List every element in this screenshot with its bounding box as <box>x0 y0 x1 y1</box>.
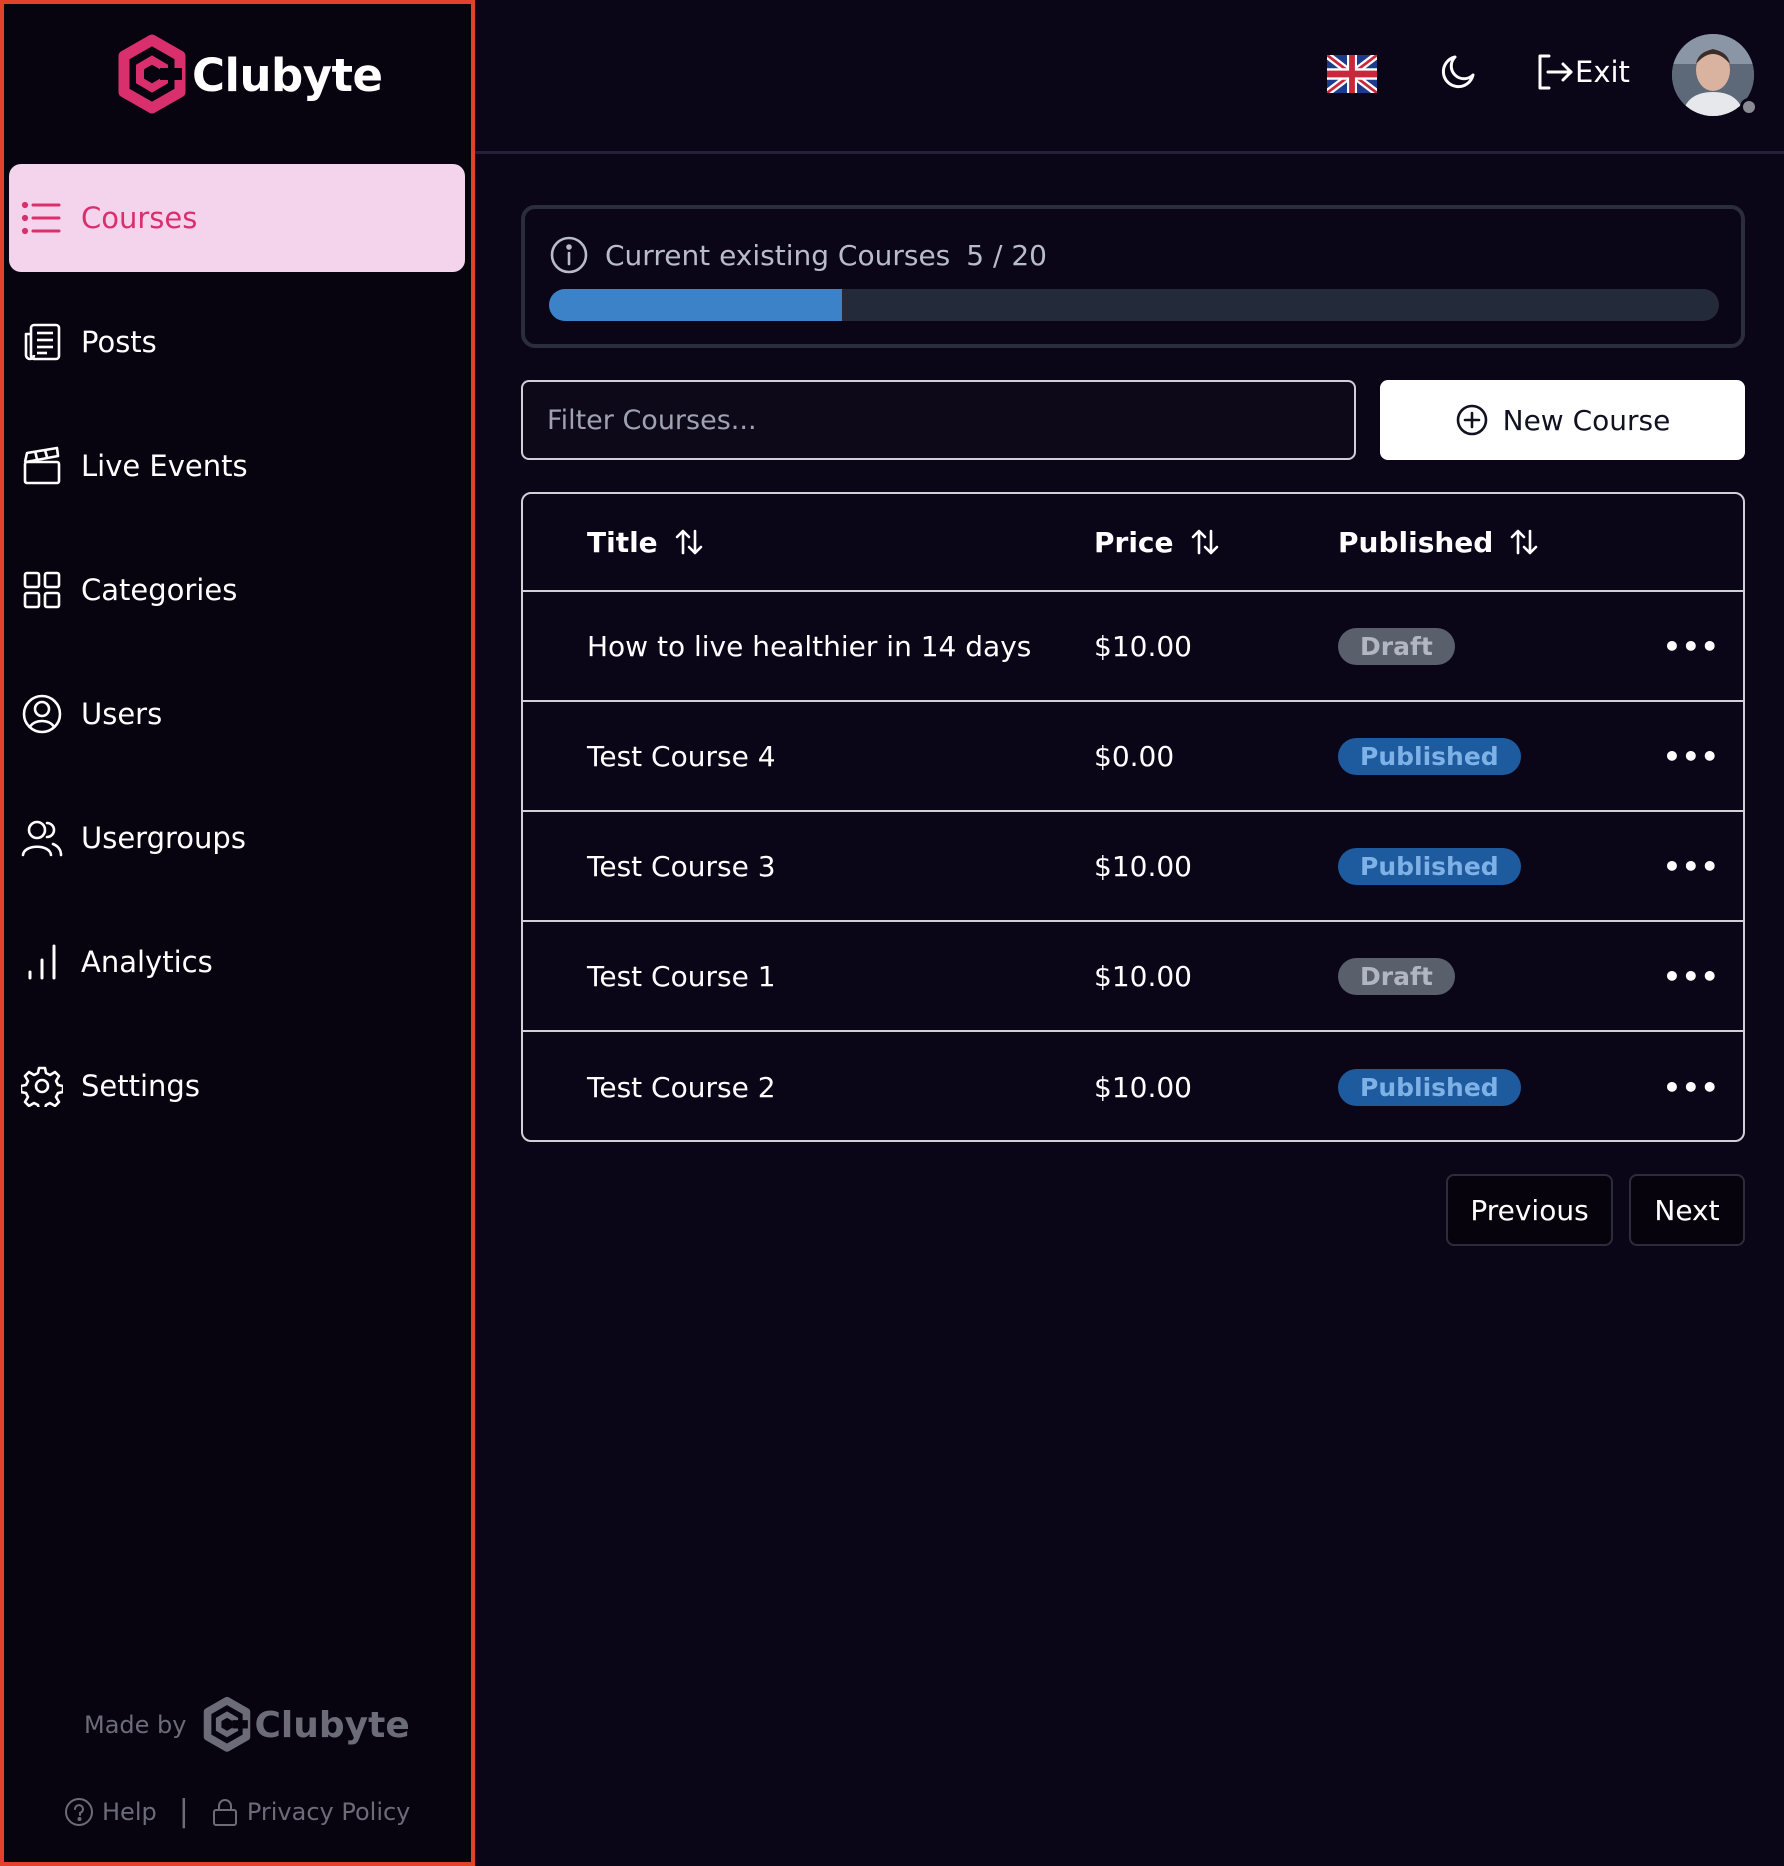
table-row[interactable]: Test Course 1 $10.00 Draft ••• <box>523 922 1743 1032</box>
course-title: Test Course 3 <box>587 849 776 883</box>
sort-arrows-icon <box>1511 529 1538 555</box>
sidebar-item-courses[interactable]: Courses <box>9 164 465 272</box>
status-indicator <box>1740 98 1758 116</box>
user-avatar-button[interactable] <box>1672 34 1758 116</box>
course-price: $10.00 <box>1094 629 1192 663</box>
sort-arrows-icon <box>675 529 702 555</box>
made-by-credit[interactable]: Made by Clubyte <box>84 1696 410 1754</box>
clapperboard-icon <box>19 443 65 489</box>
made-by-label: Made by <box>84 1711 187 1739</box>
table-row[interactable]: Test Course 4 $0.00 Published ••• <box>523 702 1743 812</box>
sidebar-item-categories[interactable]: Categories <box>9 536 465 644</box>
course-title: Test Course 2 <box>587 1070 776 1104</box>
row-actions-button[interactable]: ••• <box>1663 630 1720 663</box>
sidebar-item-settings[interactable]: Settings <box>9 1032 465 1140</box>
course-quota-label: Current existing Courses <box>605 238 951 272</box>
courses-table: Title Price Published How to live health… <box>521 492 1745 1142</box>
course-quota-count: 5 / 20 <box>966 238 1047 272</box>
course-price: $10.00 <box>1094 959 1192 993</box>
row-actions-button[interactable]: ••• <box>1663 850 1720 883</box>
help-label: Help <box>102 1797 157 1826</box>
made-by-brand: Clubyte <box>254 1704 410 1746</box>
sidebar-item-label: Settings <box>81 1069 200 1103</box>
sidebar-item-live-events[interactable]: Live Events <box>9 412 465 520</box>
header-title-label: Title <box>587 525 658 559</box>
course-price: $10.00 <box>1094 849 1192 883</box>
new-course-button[interactable]: New Course <box>1380 380 1745 460</box>
course-price: $0.00 <box>1094 739 1175 773</box>
row-actions-button[interactable]: ••• <box>1663 740 1720 773</box>
clubyte-logo-icon <box>118 34 186 114</box>
sidebar-item-label: Categories <box>81 573 238 607</box>
course-quota-header: Current existing Courses 5 / 20 <box>549 235 1047 275</box>
brand-name: Clubyte <box>192 48 383 102</box>
course-quota-progress-fill <box>549 289 842 321</box>
grid-icon <box>19 567 65 613</box>
sidebar-item-posts[interactable]: Posts <box>9 288 465 396</box>
log-out-icon <box>1538 54 1573 90</box>
row-actions-button[interactable]: ••• <box>1663 1071 1720 1104</box>
plus-circle-icon <box>1456 404 1487 436</box>
sort-arrows-icon <box>1191 529 1218 555</box>
newspaper-icon <box>19 319 65 365</box>
sort-title-header[interactable]: Title <box>587 526 704 559</box>
course-title: Test Course 1 <box>587 959 776 993</box>
sidebar-item-analytics[interactable]: Analytics <box>9 908 465 1016</box>
sidebar-item-label: Analytics <box>81 945 213 979</box>
list-icon <box>19 195 65 241</box>
course-price: $10.00 <box>1094 1070 1192 1104</box>
privacy-policy-link[interactable]: Privacy Policy <box>211 1797 411 1827</box>
brand-logo[interactable]: Clubyte <box>116 34 383 116</box>
sidebar-footer-links: Help | Privacy Policy <box>64 1794 410 1829</box>
sidebar-item-label: Live Events <box>81 449 248 483</box>
row-actions-button[interactable]: ••• <box>1663 960 1720 993</box>
user-circle-icon <box>19 691 65 737</box>
app-root: Clubyte Courses Posts Live Events Catego… <box>0 0 1784 1866</box>
bar-chart-icon <box>19 939 65 985</box>
header-published-label: Published <box>1338 525 1494 559</box>
new-course-label: New Course <box>1502 403 1671 437</box>
table-row[interactable]: How to live healthier in 14 days $10.00 … <box>523 592 1743 702</box>
table-row[interactable]: Test Course 2 $10.00 Published ••• <box>523 1032 1743 1140</box>
info-icon <box>550 236 588 274</box>
exit-label: Exit <box>1575 55 1630 89</box>
sidebar-item-users[interactable]: Users <box>9 660 465 768</box>
exit-button[interactable]: Exit <box>1535 52 1630 92</box>
sidebar: Clubyte Courses Posts Live Events Catego… <box>0 0 475 1866</box>
status-badge: Published <box>1338 1068 1521 1106</box>
course-title: How to live healthier in 14 days <box>587 629 1032 663</box>
status-badge: Published <box>1338 847 1521 885</box>
sidebar-item-label: Courses <box>81 201 198 235</box>
sort-published-header[interactable]: Published <box>1338 526 1539 559</box>
status-badge: Draft <box>1338 627 1455 665</box>
status-badge: Draft <box>1338 957 1455 995</box>
course-title: Test Course 4 <box>587 739 776 773</box>
sidebar-item-label: Users <box>81 697 163 731</box>
clubyte-logo-icon <box>204 1696 251 1752</box>
privacy-label: Privacy Policy <box>246 1797 411 1826</box>
sidebar-nav: Courses Posts Live Events Categories Use… <box>9 164 465 1156</box>
lock-icon <box>212 1798 237 1826</box>
top-header: Exit <box>475 0 1784 154</box>
header-price-label: Price <box>1094 525 1174 559</box>
sort-price-header[interactable]: Price <box>1094 526 1220 559</box>
next-page-button[interactable]: Next <box>1629 1174 1745 1246</box>
table-header: Title Price Published <box>523 494 1743 592</box>
moon-icon[interactable] <box>1437 53 1477 93</box>
table-row[interactable]: Test Course 3 $10.00 Published ••• <box>523 812 1743 922</box>
help-link[interactable]: Help <box>64 1797 157 1827</box>
help-circle-icon <box>65 1797 93 1826</box>
users-icon <box>19 815 65 861</box>
sidebar-item-label: Usergroups <box>81 821 246 855</box>
gear-icon <box>19 1063 65 1109</box>
course-quota-card: Current existing Courses 5 / 20 <box>521 205 1745 348</box>
sidebar-item-label: Posts <box>81 325 157 359</box>
course-quota-progress-track <box>549 289 1719 321</box>
status-badge: Published <box>1338 737 1521 775</box>
uk-flag-icon[interactable] <box>1327 55 1377 93</box>
filter-courses-input[interactable] <box>521 380 1356 460</box>
footer-separator: | <box>178 1794 189 1829</box>
sidebar-item-usergroups[interactable]: Usergroups <box>9 784 465 892</box>
previous-page-button[interactable]: Previous <box>1446 1174 1613 1246</box>
